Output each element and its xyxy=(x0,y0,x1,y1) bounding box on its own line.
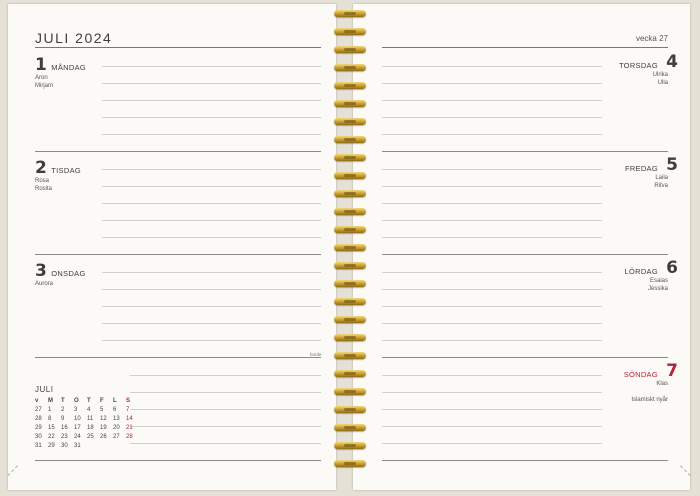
day-name-friday: FREDAG xyxy=(624,164,658,173)
spiral-ring xyxy=(334,208,366,216)
spiral-ring xyxy=(334,316,366,324)
header-rule-right xyxy=(382,47,668,48)
day-number-friday[interactable]: 5 xyxy=(666,155,678,175)
name-day: Rosita xyxy=(35,185,53,192)
spiral-ring xyxy=(334,298,366,306)
day-monday[interactable]: 1 MÅNDAG Aron Mirjam xyxy=(35,55,86,90)
header-rule-left xyxy=(35,47,321,48)
name-day: Aron xyxy=(35,75,48,81)
month-title: JULI 2024 xyxy=(35,30,113,46)
day-name: MÅNDAG xyxy=(51,63,87,72)
spiral-ring xyxy=(334,190,366,198)
day-number-thursday[interactable]: 4 xyxy=(666,52,678,72)
spiral-ring xyxy=(334,82,366,90)
spiral-ring xyxy=(334,334,366,342)
spiral-ring xyxy=(334,352,366,360)
name-days-thursday: Ulrika Ulla xyxy=(652,72,668,86)
spiral-ring xyxy=(334,172,366,180)
mini-calendar-week: 28 8 9 10 11 12 13 14 xyxy=(35,415,133,422)
day-number: 2 xyxy=(35,158,47,178)
spiral-ring xyxy=(334,118,366,126)
mini-calendar-week: 31 29 30 31 xyxy=(35,442,81,449)
day-name-thursday: TORSDAG xyxy=(618,61,658,70)
day-name: TISDAG xyxy=(51,166,82,175)
day-tuesday[interactable]: 2 TISDAG Rosa Rosita xyxy=(35,158,81,193)
day-name-saturday: LÖRDAG xyxy=(624,267,658,276)
spiral-ring xyxy=(334,442,366,450)
mini-calendar-title: JULI xyxy=(35,385,54,394)
day-number-sunday[interactable]: 7 xyxy=(666,361,678,381)
spiral-ring xyxy=(334,406,366,414)
day-name-sunday: SÖNDAG xyxy=(623,370,658,379)
spiral-ring xyxy=(334,280,366,288)
mini-calendar-week: 27 1 2 3 4 5 6 7 xyxy=(35,406,130,413)
name-days-saturday: Esaias Jessika xyxy=(647,278,668,292)
day-number-saturday[interactable]: 6 xyxy=(666,258,678,278)
spiral-ring xyxy=(334,64,366,72)
spiral-ring xyxy=(334,262,366,270)
mini-calendar-week: 30 22 23 24 25 26 27 28 xyxy=(35,433,133,440)
spiral-ring xyxy=(334,226,366,234)
spiral-ring xyxy=(334,46,366,54)
spiral-ring xyxy=(334,100,366,108)
name-days-sunday: Klas xyxy=(656,381,668,387)
day-name: ONSDAG xyxy=(51,269,86,278)
name-day: Rosa xyxy=(35,178,50,184)
footer-small-text: borde xyxy=(310,352,322,357)
name-days-friday: Laila Ritva xyxy=(654,175,668,189)
mini-calendar-header: vMTOTFLS xyxy=(35,397,131,404)
day-number: 1 xyxy=(35,55,47,75)
spiral-ring xyxy=(334,424,366,432)
holiday-note: Islamiskt nyår xyxy=(631,397,668,403)
name-day: Mirjam xyxy=(35,82,53,89)
spiral-ring xyxy=(334,10,366,18)
spiral-ring xyxy=(334,460,366,468)
name-day: Aurora xyxy=(35,281,54,287)
day-number: 3 xyxy=(35,261,47,281)
mini-calendar: JULI vMTOTFLS 27 1 2 3 4 5 6 7 28 8 9 10 11 12 13 14 2… xyxy=(35,385,139,450)
spiral-ring xyxy=(334,28,366,36)
spiral-ring xyxy=(334,154,366,162)
spiral-ring xyxy=(334,370,366,378)
spiral-ring xyxy=(334,136,366,144)
mini-calendar-week: 29 15 16 17 18 19 20 21 xyxy=(35,424,133,431)
week-number: vecka 27 xyxy=(635,34,668,43)
day-wednesday[interactable]: 3 ONSDAG Aurora xyxy=(35,261,86,289)
spiral-ring xyxy=(334,244,366,252)
spiral-ring xyxy=(334,388,366,396)
right-page xyxy=(353,4,690,490)
